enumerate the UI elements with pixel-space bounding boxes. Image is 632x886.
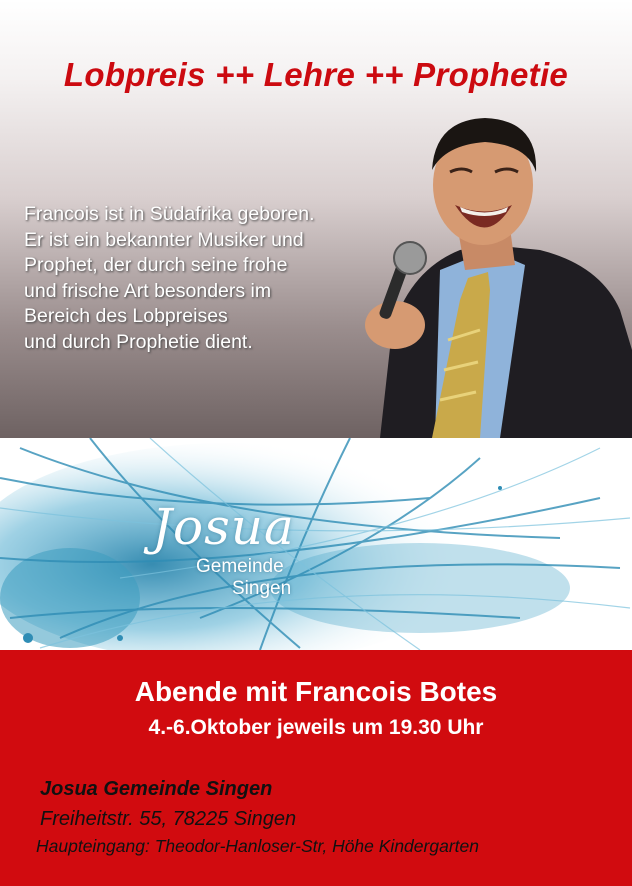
event-headline: Abende mit Francois Botes bbox=[134, 676, 498, 707]
bio-line: Francois ist in Südafrika geboren. bbox=[24, 203, 315, 225]
bio-text: Francois ist in Südafrika geboren. Er is… bbox=[24, 202, 414, 356]
bio-line: Bereich des Lobpreises bbox=[24, 305, 228, 328]
logo-script-text: Josua bbox=[152, 498, 295, 556]
venue-street: Freiheitstr. 55, 78225 Singen bbox=[40, 808, 297, 830]
logo-singen-text: Singen bbox=[232, 578, 292, 599]
bio-line: und frische Art besonders im bbox=[24, 279, 272, 302]
josua-logo: Josua Gemeinde Singen bbox=[120, 498, 360, 628]
hero-section: Lobpreis ++ Lehre ++ Prophetie Francois … bbox=[0, 0, 632, 438]
bio-line: Prophet, der durch seine frohe bbox=[24, 254, 288, 277]
logo-section: Josua Gemeinde Singen bbox=[0, 438, 632, 650]
bio-line: und durch Prophetie dient. bbox=[24, 330, 253, 353]
venue-name: Josua Gemeinde Singen bbox=[40, 778, 273, 800]
event-section: Abende mit Francois Botes 4.-6.Oktober j… bbox=[0, 650, 632, 886]
flyer: Lobpreis ++ Lehre ++ Prophetie Francois … bbox=[0, 0, 632, 886]
flyer-title: Lobpreis ++ Lehre ++ Prophetie bbox=[63, 56, 569, 93]
event-dates: 4.-6.Oktober jeweils um 19.30 Uhr bbox=[148, 716, 484, 739]
logo-gemeinde-text: Gemeinde bbox=[196, 556, 284, 577]
venue-entrance: Haupteingang: Theodor-Hanloser-Str, Höhe… bbox=[36, 836, 479, 856]
bio-line: Er ist ein bekannter Musiker und bbox=[24, 228, 304, 251]
